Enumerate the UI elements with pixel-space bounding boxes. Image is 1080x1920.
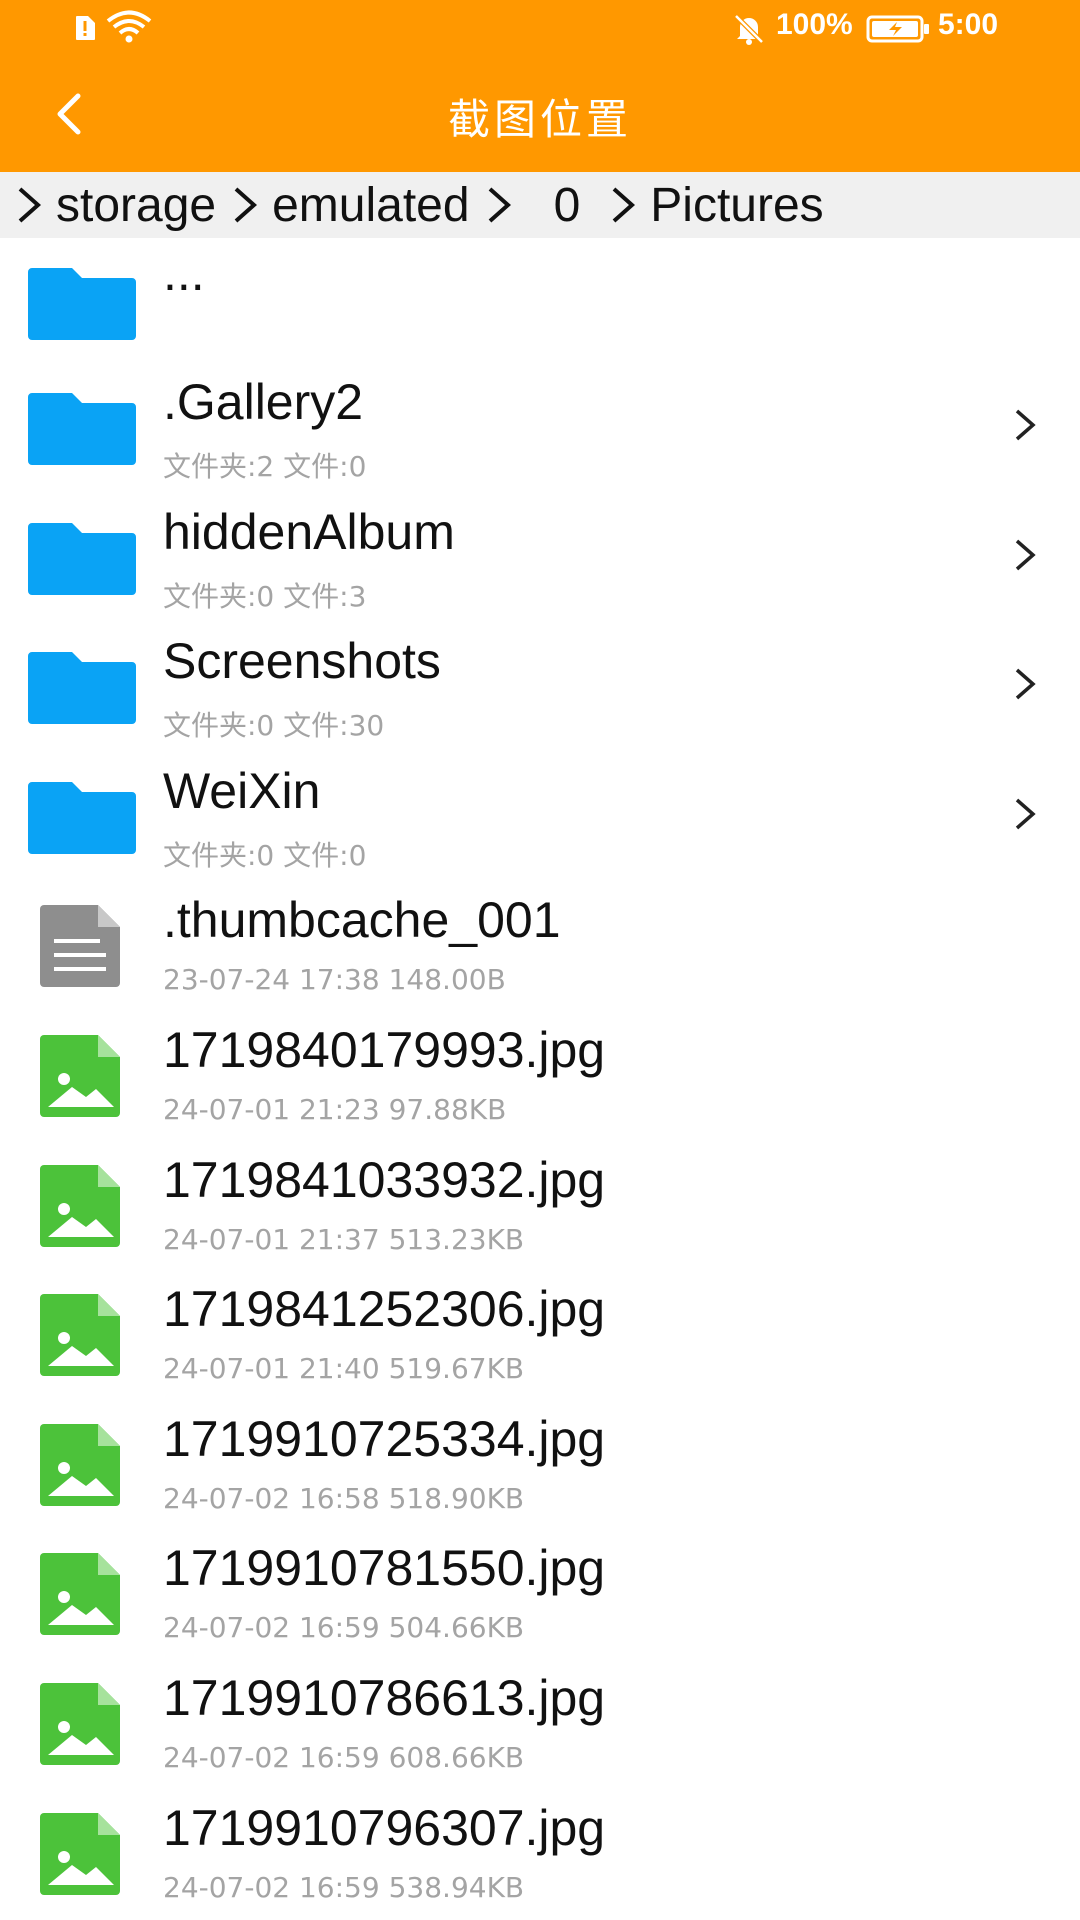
file-date: 23-07-24 17:38 [163, 963, 380, 997]
file-item[interactable]: .thumbcache_001 23-07-24 17:38 148.00B [0, 881, 1080, 1011]
image-file-icon [40, 1812, 120, 1895]
item-name: 1719910781550.jpg [163, 1540, 606, 1597]
file-size: 148.00B [388, 963, 506, 997]
folder-icon [28, 781, 136, 854]
file-date: 24-07-01 21:23 [163, 1092, 380, 1126]
file-item[interactable]: 1719841252306.jpg 24-07-01 21:40 519.67K… [0, 1270, 1080, 1400]
chevron-right-icon [1015, 798, 1036, 830]
folder-icon [28, 393, 136, 465]
file-date: 24-07-02 16:58 [163, 1481, 380, 1515]
breadcrumb-pictures[interactable]: Pictures [608, 178, 824, 233]
item-name: Screenshots [163, 633, 441, 690]
file-item[interactable]: 1719840179993.jpg 24-07-01 21:23 97.88KB [0, 1011, 1080, 1141]
file-item[interactable]: 1719841033932.jpg 24-07-01 21:37 513.23K… [0, 1141, 1080, 1271]
item-name: hiddenAlbum [163, 503, 455, 560]
item-meta: 23-07-24 17:38 148.00B [163, 963, 506, 996]
app-bar: 100% 5:00 截图位置 [0, 0, 1080, 172]
battery-charging-icon [866, 15, 929, 43]
document-file-icon [40, 905, 120, 988]
file-item[interactable]: 1719910725334.jpg 24-07-02 16:58 518.90K… [0, 1400, 1080, 1530]
image-file-icon [40, 1034, 120, 1117]
file-date: 24-07-01 21:37 [163, 1222, 380, 1256]
breadcrumb-label: emulated [272, 178, 470, 232]
folder-icon [28, 268, 136, 340]
breadcrumb-label: storage [56, 178, 217, 232]
item-meta: 24-07-01 21:23 97.88KB [163, 1093, 506, 1126]
item-name: 1719841033932.jpg [163, 1151, 606, 1208]
parent-directory-item[interactable]: ... [0, 238, 1080, 363]
item-meta: 24-07-02 16:58 518.90KB [163, 1482, 524, 1515]
file-size: 504.66KB [388, 1611, 525, 1645]
item-meta: 文件夹:2 文件:0 [163, 450, 367, 483]
file-size: 538.94KB [388, 1870, 525, 1904]
item-meta: 24-07-02 16:59 538.94KB [163, 1871, 524, 1904]
chevron-right-icon [1015, 668, 1036, 700]
chevron-right-icon [1015, 409, 1036, 441]
item-name: 1719840179993.jpg [163, 1021, 606, 1078]
item-meta: 24-07-01 21:37 513.23KB [163, 1223, 524, 1256]
image-file-icon [40, 1682, 120, 1765]
chevron-right-icon [612, 187, 636, 223]
folder-icon [28, 522, 136, 595]
file-size: 513.23KB [388, 1222, 525, 1256]
file-size: 518.90KB [388, 1481, 525, 1515]
item-name: WeiXin [163, 762, 321, 819]
folder-item-screenshots[interactable]: Screenshots 文件夹:0 文件:30 [0, 622, 1080, 752]
file-size: 519.67KB [388, 1352, 525, 1386]
folder-item-gallery2[interactable]: .Gallery2 文件夹:2 文件:0 [0, 363, 1080, 493]
item-name: ... [163, 245, 205, 301]
item-name: .thumbcache_001 [163, 892, 561, 949]
file-item[interactable]: 1719910786613.jpg 24-07-02 16:59 608.66K… [0, 1659, 1080, 1789]
chevron-right-icon [234, 187, 258, 223]
file-size: 608.66KB [388, 1740, 525, 1774]
item-name: 1719910796307.jpg [163, 1799, 606, 1856]
sim-alert-icon [76, 16, 95, 40]
file-date: 24-07-01 21:40 [163, 1352, 380, 1386]
image-file-icon [40, 1294, 120, 1377]
item-name: .Gallery2 [163, 374, 364, 430]
item-meta: 文件夹:0 文件:0 [163, 838, 367, 872]
file-list: ... .Gallery2 文件夹:2 文件:0 hiddenAlbum 文件夹… [0, 238, 1080, 1918]
item-meta: 24-07-01 21:40 519.67KB [163, 1352, 524, 1385]
breadcrumb-storage[interactable]: storage [14, 178, 216, 233]
file-size: 97.88KB [388, 1092, 507, 1126]
breadcrumb-0[interactable]: 0 [484, 178, 581, 233]
item-name: 1719910786613.jpg [163, 1669, 606, 1726]
folder-icon [28, 652, 136, 725]
item-name: 1719910725334.jpg [163, 1410, 606, 1467]
page-title: 截图位置 [447, 95, 632, 144]
chevron-right-icon [1015, 539, 1036, 570]
item-meta: 24-07-02 16:59 608.66KB [163, 1741, 524, 1774]
item-meta: 文件夹:0 文件:3 [163, 579, 367, 613]
file-item[interactable]: 1719910796307.jpg 24-07-02 16:59 538.94K… [0, 1789, 1080, 1919]
bell-off-icon [734, 14, 764, 45]
breadcrumb-label: 0 [553, 178, 581, 232]
file-item[interactable]: 1719910781550.jpg 24-07-02 16:59 504.66K… [0, 1529, 1080, 1659]
battery-percent: 100% [776, 8, 853, 41]
breadcrumb-label: Pictures [650, 178, 824, 232]
image-file-icon [40, 1423, 120, 1506]
chevron-right-icon [18, 187, 42, 223]
chevron-right-icon [488, 187, 511, 223]
folder-item-weixin[interactable]: WeiXin 文件夹:0 文件:0 [0, 752, 1080, 882]
image-file-icon [40, 1164, 120, 1247]
item-name: 1719841252306.jpg [163, 1281, 606, 1338]
item-meta: 24-07-02 16:59 504.66KB [163, 1611, 524, 1644]
file-date: 24-07-02 16:59 [163, 1611, 380, 1645]
file-date: 24-07-02 16:59 [163, 1870, 380, 1904]
image-file-icon [40, 1553, 120, 1636]
item-meta: 文件夹:0 文件:30 [163, 709, 385, 743]
wifi-icon [106, 10, 152, 43]
status-time: 5:00 [938, 8, 999, 41]
status-bar: 100% 5:00 [0, 0, 1080, 60]
file-date: 24-07-02 16:59 [163, 1740, 380, 1774]
breadcrumb-emulated[interactable]: emulated [230, 178, 470, 233]
folder-item-hiddenalbum[interactable]: hiddenAlbum 文件夹:0 文件:3 [0, 493, 1080, 623]
breadcrumb: storage emulated 0 Pictures [0, 172, 1080, 238]
